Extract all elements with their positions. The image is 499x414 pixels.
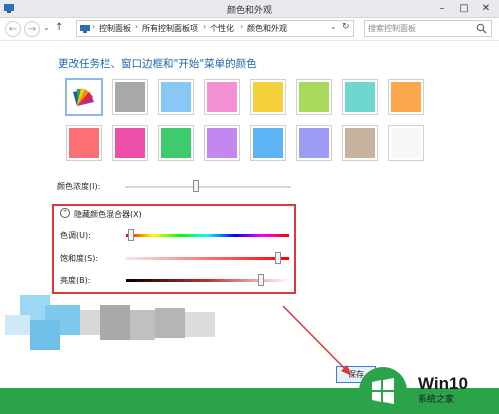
swatch-automatic[interactable]	[65, 78, 103, 116]
breadcrumb-all-items[interactable]: 所有控制面板项	[142, 23, 198, 34]
intensity-slider[interactable]	[193, 180, 200, 192]
brightness-slider[interactable]	[258, 274, 265, 286]
color-swatch[interactable]	[158, 125, 194, 161]
hue-slider[interactable]	[127, 229, 134, 241]
breadcrumb-color-appearance[interactable]: 颜色和外观	[247, 23, 287, 34]
intensity-label: 颜色浓度(I):	[57, 182, 101, 191]
forward-button[interactable]: →	[24, 21, 40, 37]
hue-track	[126, 234, 289, 237]
color-swatch[interactable]	[204, 125, 240, 161]
watermark-logo-icon	[359, 367, 407, 414]
refresh-icon[interactable]: ↻	[342, 22, 350, 32]
breadcrumb-separator: ›	[135, 22, 139, 31]
color-swatch[interactable]	[250, 125, 286, 161]
back-button[interactable]: ←	[5, 21, 21, 37]
color-swatch[interactable]	[296, 125, 332, 161]
address-dropdown-icon[interactable]: ⌄	[330, 22, 337, 31]
window-title: 颜色和外观	[226, 6, 272, 16]
saturation-track	[126, 257, 289, 260]
collapse-icon[interactable]: ⌃	[60, 208, 70, 218]
close-button[interactable]: ✕	[476, 0, 496, 17]
hue-label: 色调(U):	[60, 231, 91, 240]
page-heading: 更改任务栏、窗口边框和"开始"菜单的颜色	[58, 58, 257, 70]
watermark-subtitle: 系统之家	[418, 395, 455, 405]
watermark-brand: Win10	[418, 374, 468, 393]
color-swatch[interactable]	[112, 79, 148, 115]
maximize-button[interactable]: □	[454, 0, 474, 17]
color-swatch[interactable]	[388, 125, 424, 161]
brightness-label: 亮度(B):	[60, 276, 91, 285]
brightness-track	[126, 279, 289, 282]
color-swatch[interactable]	[250, 79, 286, 115]
color-fan-icon	[73, 88, 94, 106]
color-swatch[interactable]	[342, 125, 378, 161]
breadcrumb-personalization[interactable]: 个性化	[210, 23, 234, 34]
saturation-label: 饱和度(S):	[60, 254, 99, 263]
color-swatch[interactable]	[66, 125, 102, 161]
minimize-button[interactable]: –	[432, 0, 452, 17]
breadcrumb-control-panel[interactable]: 控制面板	[99, 23, 131, 34]
breadcrumb-separator: ›	[203, 22, 207, 31]
saturation-slider[interactable]	[274, 252, 281, 264]
intensity-track	[125, 186, 291, 188]
color-swatch[interactable]	[112, 125, 148, 161]
blurred-region	[5, 295, 215, 350]
color-swatch[interactable]	[158, 79, 194, 115]
color-swatch[interactable]	[204, 79, 240, 115]
up-button[interactable]: ↑	[55, 22, 63, 33]
control-panel-small-icon	[80, 25, 90, 33]
color-swatch[interactable]	[388, 79, 424, 115]
breadcrumb-separator: ›	[240, 22, 244, 31]
color-swatch[interactable]	[296, 79, 332, 115]
color-swatch[interactable]	[342, 79, 378, 115]
search-placeholder: 搜索控制面板	[368, 24, 416, 33]
hide-mixer-toggle[interactable]: 隐藏颜色混合器(X)	[74, 209, 142, 220]
breadcrumb-separator: ›	[92, 22, 96, 31]
recent-locations-dropdown[interactable]: ⌄	[43, 23, 50, 32]
search-icon[interactable]	[476, 23, 487, 34]
